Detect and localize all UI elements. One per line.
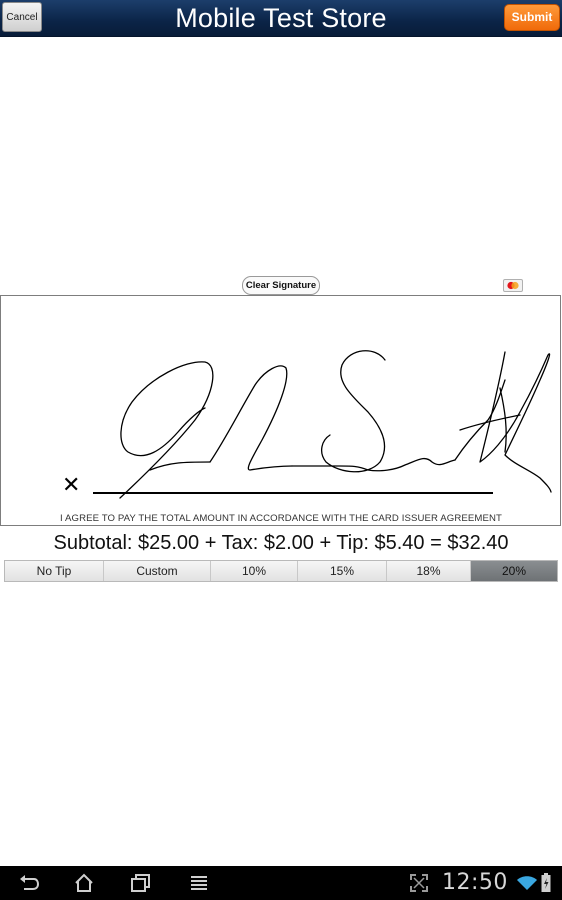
wifi-icon bbox=[517, 876, 537, 890]
order-total-summary: Subtotal: $25.00 + Tax: $2.00 + Tip: $5.… bbox=[53, 532, 509, 554]
tip-option-15[interactable]: 15% bbox=[298, 561, 387, 581]
card-issuer-agreement: I AGREE TO PAY THE TOTAL AMOUNT IN ACCOR… bbox=[60, 513, 502, 524]
tip-option-18[interactable]: 18% bbox=[387, 561, 471, 581]
system-nav-bar: 12:50 bbox=[0, 866, 562, 900]
back-icon[interactable] bbox=[18, 873, 40, 893]
signature-line bbox=[93, 492, 493, 494]
menu-icon[interactable] bbox=[188, 873, 210, 893]
page: Cancel Mobile Test Store Submit Clear Si… bbox=[0, 0, 562, 900]
tip-option-10[interactable]: 10% bbox=[211, 561, 298, 581]
home-icon[interactable] bbox=[73, 873, 95, 893]
signature-stroke bbox=[119, 350, 552, 499]
tip-selector: No Tip Custom 10% 15% 18% 20% bbox=[4, 560, 558, 582]
signature-x-mark: ✕ bbox=[62, 472, 81, 497]
system-clock: 12:50 bbox=[442, 870, 508, 895]
recent-apps-icon[interactable] bbox=[130, 873, 152, 893]
tip-option-custom[interactable]: Custom bbox=[104, 561, 211, 581]
tip-option-no-tip[interactable]: No Tip bbox=[5, 561, 104, 581]
tip-option-20[interactable]: 20% bbox=[471, 561, 557, 581]
battery-icon bbox=[541, 873, 551, 892]
screenshot-expand-icon[interactable] bbox=[409, 873, 429, 893]
